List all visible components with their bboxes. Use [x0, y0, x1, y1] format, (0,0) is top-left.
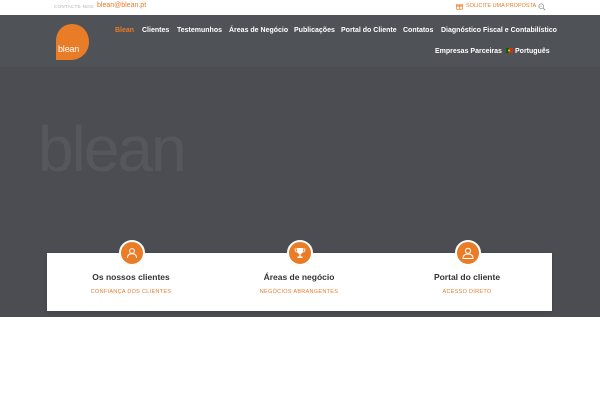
nav-contatos[interactable]: Contatos — [403, 27, 433, 34]
nav-empresas-parceiras[interactable]: Empresas Parceiras — [435, 48, 502, 55]
card-title: Portal do cliente — [433, 272, 501, 282]
nav-blean[interactable]: Blean — [115, 27, 134, 34]
nav-portal-cliente[interactable]: Portal do Cliente — [341, 27, 397, 34]
card-title: Áreas de negócio — [263, 272, 335, 282]
card-clients[interactable]: Os nossos clientes CONFIANÇA DOS CLIENTE… — [47, 240, 215, 311]
card-icon-circle — [455, 240, 481, 266]
trophy-icon — [294, 248, 306, 258]
card-business-areas[interactable]: Áreas de negócio NEGÓCIOS ABRANGENTES — [215, 240, 383, 311]
top-bar: CONTACTE-NOS: blean@blean.pt SOLICITE UM… — [0, 0, 600, 15]
request-proposal-link[interactable]: SOLICITE UMA PROPOSTA → — [466, 3, 543, 9]
blean-logo[interactable] — [54, 23, 90, 61]
nav-clientes[interactable]: Clientes — [142, 27, 169, 34]
card-subtitle: CONFIANÇA DOS CLIENTES — [90, 289, 172, 295]
gift-icon — [456, 4, 463, 10]
nav-diagnostico[interactable]: Diagnóstico Fiscal e Contabilístico — [441, 27, 557, 34]
nav-language-portugues[interactable]: Português — [515, 48, 550, 55]
card-title: Os nossos clientes — [92, 272, 170, 282]
feature-cards: Os nossos clientes CONFIANÇA DOS CLIENTE… — [47, 240, 552, 311]
person-icon — [127, 248, 137, 259]
logo-text: blean — [58, 44, 80, 54]
card-icon-circle — [119, 240, 145, 266]
nav-testemunhos[interactable]: Testemunhos — [177, 27, 222, 34]
search-icon[interactable] — [538, 3, 546, 11]
page: CONTACTE-NOS: blean@blean.pt SOLICITE UM… — [0, 0, 600, 400]
hero-wordmark: blean — [38, 113, 187, 185]
nav-publicacoes[interactable]: Publicações — [294, 27, 335, 34]
card-subtitle: ACESSO DIRETO — [442, 289, 492, 295]
contact-label: CONTACTE-NOS: — [54, 4, 95, 9]
portugal-flag-icon — [506, 48, 513, 53]
user-icon — [462, 247, 474, 259]
contact-email-link[interactable]: blean@blean.pt — [97, 2, 146, 9]
card-icon-circle — [287, 240, 313, 266]
nav-areas-negocio[interactable]: Áreas de Negócio — [229, 27, 288, 34]
card-client-portal[interactable]: Portal do cliente ACESSO DIRETO — [383, 240, 551, 311]
card-subtitle: NEGÓCIOS ABRANGENTES — [259, 289, 339, 295]
main-header: blean Blean Clientes Testemunhos Áreas d… — [0, 15, 600, 67]
